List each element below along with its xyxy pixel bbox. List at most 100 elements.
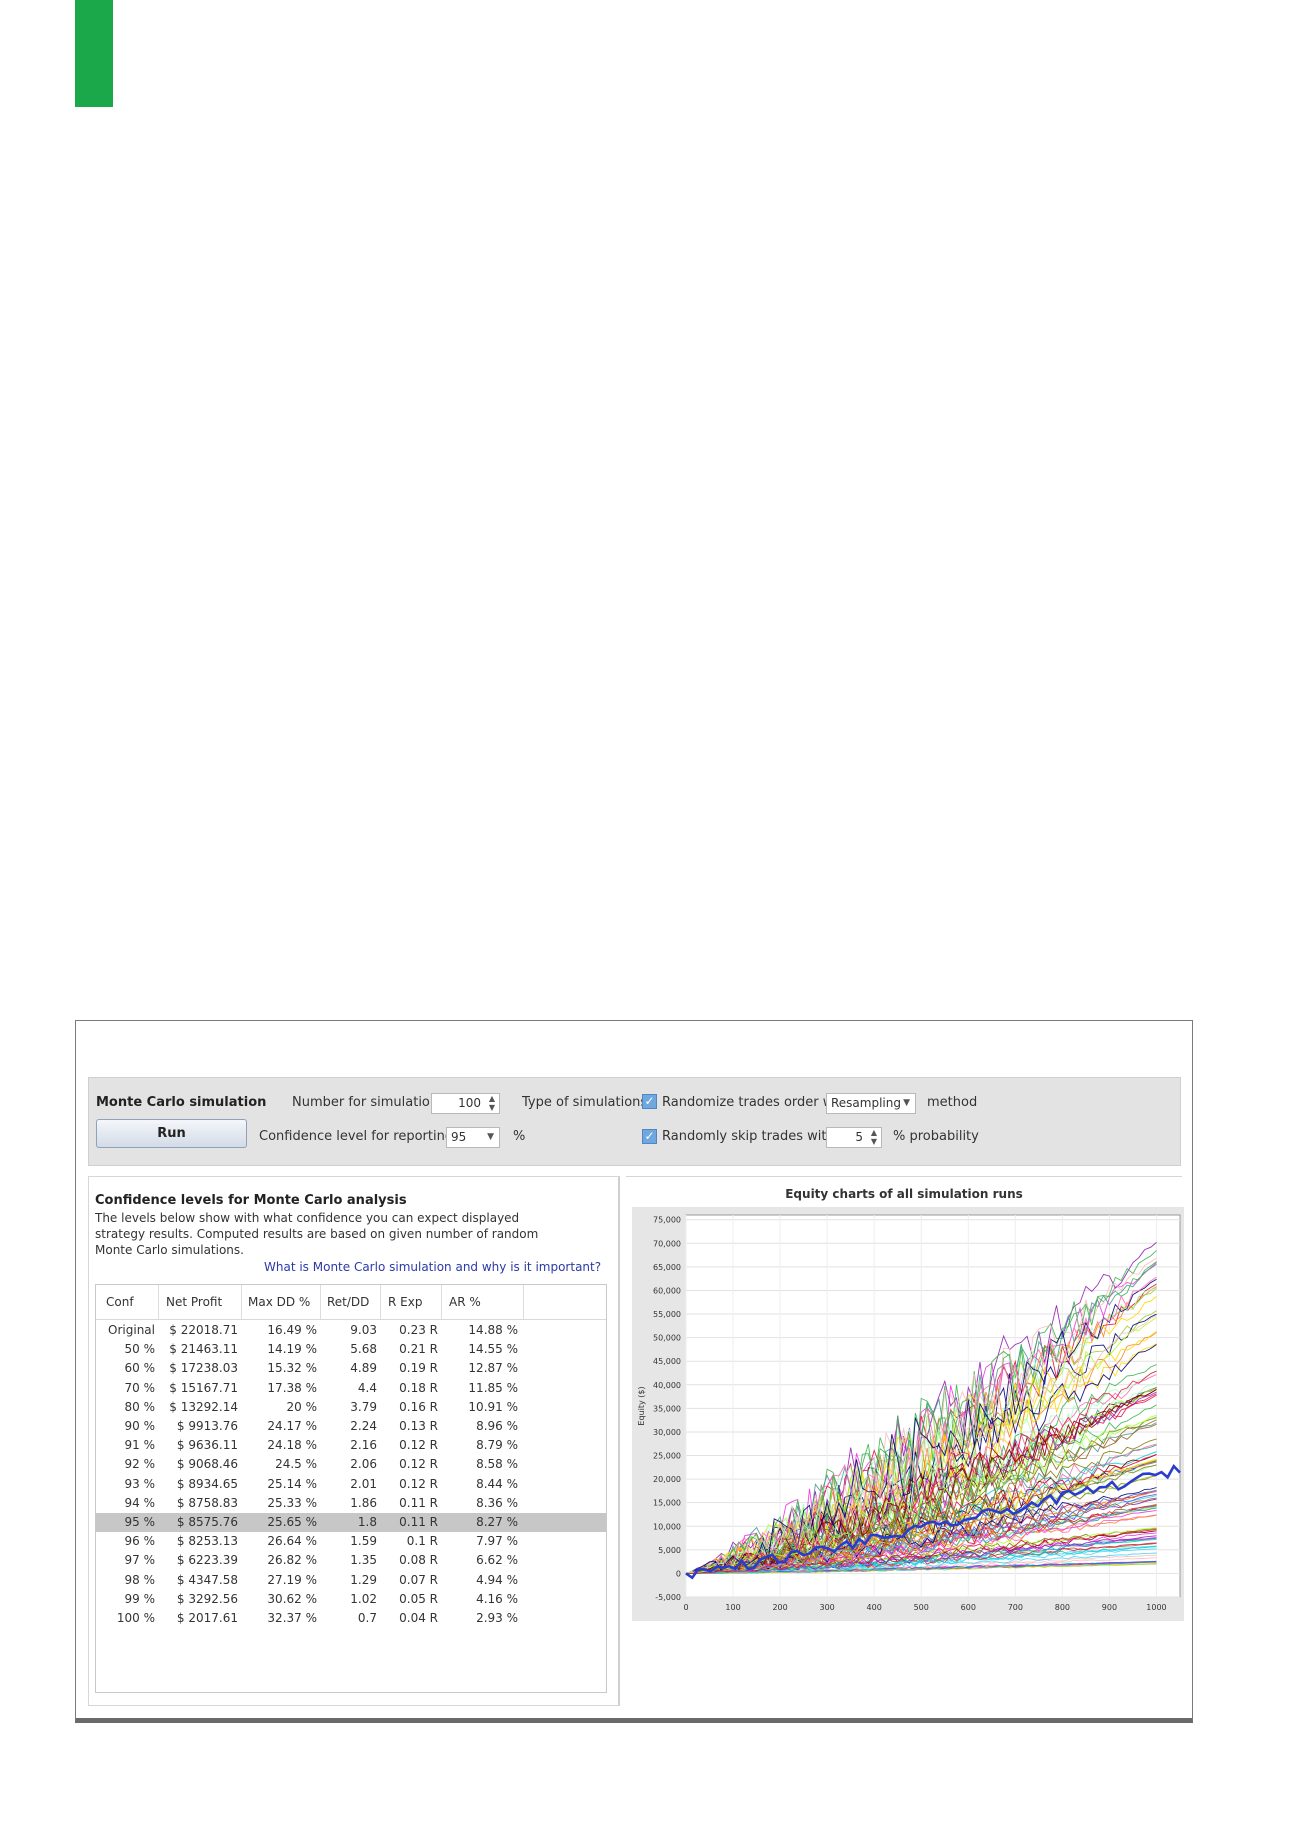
y-tick-label: 30,000 xyxy=(653,1428,681,1437)
y-tick-label: 35,000 xyxy=(653,1404,681,1413)
table-cell: 0.12 R xyxy=(399,1438,438,1453)
table-cell: 1.86 xyxy=(350,1495,377,1510)
randomize-checkbox[interactable]: ✓ xyxy=(642,1094,657,1109)
table-cell: 0.04 R xyxy=(399,1611,438,1625)
monte-carlo-window: Monte Carlo simulation Run Number for si… xyxy=(75,1020,1193,1723)
column-separator[interactable] xyxy=(241,1285,242,1319)
table-cell: 98 % xyxy=(124,1572,156,1587)
table-cell: 14.55 % xyxy=(468,1342,518,1357)
table-cell: 25.33 % xyxy=(267,1495,317,1510)
table-cell: 24.17 % xyxy=(267,1419,317,1433)
y-tick-label: 65,000 xyxy=(653,1263,681,1272)
table-cell: 2.16 xyxy=(350,1438,377,1453)
table-cell: 93 % xyxy=(124,1476,156,1491)
table-cell: 8.27 % xyxy=(476,1515,518,1529)
table-row[interactable]: 99 % $ 3292.56 30.62 % 1.02 0.05 R 4.16 % xyxy=(96,1590,606,1609)
table-row[interactable]: 94 % $ 8758.83 25.33 % 1.86 0.11 R 8.36 % xyxy=(96,1494,606,1513)
y-tick-label: -5,000 xyxy=(655,1593,681,1602)
table-cell: 5.68 xyxy=(350,1342,377,1357)
table-cell: $ 13292.14 xyxy=(169,1399,238,1414)
y-tick-label: 45,000 xyxy=(653,1357,681,1366)
table-cell: $ 2017.61 xyxy=(176,1611,238,1625)
table-cell: 17.38 % xyxy=(267,1380,317,1395)
skip-probability-stepper[interactable]: 5 ▲ ▼ xyxy=(826,1127,882,1148)
stepper-arrows-icon[interactable]: ▲ ▼ xyxy=(871,1128,877,1146)
table-cell: 94 % xyxy=(124,1495,156,1510)
run-button[interactable]: Run xyxy=(96,1119,247,1148)
confidence-title: Confidence levels for Monte Carlo analys… xyxy=(95,1193,407,1208)
table-cell: 100 % xyxy=(116,1611,155,1625)
table-cell: 8.96 % xyxy=(476,1419,518,1433)
skip-trades-label: Randomly skip trades with xyxy=(662,1129,835,1144)
table-cell: 0.12 R xyxy=(399,1476,438,1491)
method-select[interactable]: Resampling ▼ xyxy=(826,1093,916,1114)
stepper-arrows-icon[interactable]: ▲ ▼ xyxy=(489,1094,495,1112)
table-cell: 60 % xyxy=(124,1361,156,1376)
table-cell: $ 21463.11 xyxy=(169,1342,238,1357)
table-cell: $ 8253.13 xyxy=(176,1534,238,1549)
column-header[interactable]: Net Profit xyxy=(166,1295,222,1309)
num-sims-stepper[interactable]: 100 ▲ ▼ xyxy=(431,1093,500,1114)
table-cell: 11.85 % xyxy=(468,1380,518,1395)
y-tick-label: 15,000 xyxy=(653,1499,681,1508)
x-tick-label: 200 xyxy=(772,1603,787,1612)
column-separator[interactable] xyxy=(441,1285,442,1319)
table-row[interactable]: 92 % $ 9068.46 24.5 % 2.06 0.12 R 8.58 % xyxy=(96,1455,606,1474)
table-cell: 4.4 xyxy=(357,1380,377,1395)
table-cell: 0.18 R xyxy=(399,1380,438,1395)
column-separator[interactable] xyxy=(523,1285,524,1319)
column-header[interactable]: Ret/DD xyxy=(327,1295,369,1309)
method-value: Resampling xyxy=(831,1096,901,1110)
table-row[interactable]: 90 % $ 9913.76 24.17 % 2.24 0.13 R 8.96 % xyxy=(96,1417,606,1436)
column-header[interactable]: Max DD % xyxy=(248,1295,310,1309)
table-row[interactable]: 100 % $ 2017.61 32.37 % 0.7 0.04 R 2.93 % xyxy=(96,1609,606,1628)
table-cell: 2.24 xyxy=(350,1419,377,1433)
x-tick-label: 700 xyxy=(1008,1603,1023,1612)
table-cell: 15.32 % xyxy=(267,1361,317,1376)
table-cell: 25.14 % xyxy=(267,1476,317,1491)
table-row[interactable]: Original $ 22018.71 16.49 % 9.03 0.23 R 14.88… xyxy=(96,1321,606,1340)
table-row[interactable]: 80 % $ 13292.14 20 % 3.79 0.16 R 10.91 % xyxy=(96,1398,606,1417)
randomize-label: Randomize trades order with xyxy=(662,1095,851,1110)
table-row[interactable]: 70 % $ 15167.71 17.38 % 4.4 0.18 R 11.85 % xyxy=(96,1379,606,1398)
skip-trades-checkbox[interactable]: ✓ xyxy=(642,1129,657,1144)
table-row[interactable]: 95 % $ 8575.76 25.65 % 1.8 0.11 R 8.27 % xyxy=(96,1513,606,1532)
table-cell: 0.23 R xyxy=(399,1323,438,1337)
skip-probability-value: 5 xyxy=(855,1130,863,1144)
column-separator[interactable] xyxy=(158,1285,159,1319)
column-header[interactable]: R Exp xyxy=(388,1295,422,1309)
monte-carlo-help-link[interactable]: What is Monte Carlo simulation and why i… xyxy=(264,1260,601,1274)
table-cell: 0.16 R xyxy=(399,1399,438,1414)
table-cell: 8.58 % xyxy=(476,1457,518,1472)
x-tick-label: 300 xyxy=(820,1603,835,1612)
x-tick-label: 600 xyxy=(961,1603,976,1612)
column-header[interactable]: AR % xyxy=(449,1295,481,1309)
column-header[interactable]: Conf xyxy=(106,1295,134,1309)
table-row[interactable]: 97 % $ 6223.39 26.82 % 1.35 0.08 R 6.62 % xyxy=(96,1551,606,1570)
table-cell: 8.36 % xyxy=(476,1495,518,1510)
table-cell: 92 % xyxy=(124,1457,156,1472)
table-cell: 6.62 % xyxy=(476,1553,518,1568)
table-cell: 99 % xyxy=(124,1591,156,1606)
conf-level-select[interactable]: 95 ▼ xyxy=(446,1127,500,1148)
table-row[interactable]: 93 % $ 8934.65 25.14 % 2.01 0.12 R 8.44 % xyxy=(96,1475,606,1494)
chart-area: -5,000 0 5,000 10,000 15,000 20,000 25,000 30,0… xyxy=(632,1207,1184,1621)
table-cell: 0.08 R xyxy=(399,1553,438,1568)
table-cell: $ 15167.71 xyxy=(169,1380,238,1395)
y-tick-label: 40,000 xyxy=(653,1381,681,1390)
x-tick-label: 800 xyxy=(1055,1603,1070,1612)
table-cell: 4.89 xyxy=(350,1361,377,1376)
column-separator[interactable] xyxy=(380,1285,381,1319)
table-cell: 3.79 xyxy=(350,1399,377,1414)
table-cell: 1.29 xyxy=(350,1572,377,1587)
table-row[interactable]: 60 % $ 17238.03 15.32 % 4.89 0.19 R 12.87 % xyxy=(96,1359,606,1378)
table-row[interactable]: 50 % $ 21463.11 14.19 % 5.68 0.21 R 14.55 % xyxy=(96,1340,606,1359)
table-cell: $ 8758.83 xyxy=(176,1495,238,1510)
column-separator[interactable] xyxy=(320,1285,321,1319)
table-row[interactable]: 98 % $ 4347.58 27.19 % 1.29 0.07 R 4.94 % xyxy=(96,1571,606,1590)
table-row[interactable]: 91 % $ 9636.11 24.18 % 2.16 0.12 R 8.79 % xyxy=(96,1436,606,1455)
table-row[interactable]: 96 % $ 8253.13 26.64 % 1.59 0.1 R 7.97 % xyxy=(96,1532,606,1551)
table-cell: $ 4347.58 xyxy=(176,1572,238,1587)
y-tick-label: 5,000 xyxy=(658,1546,681,1555)
table-cell: 12.87 % xyxy=(468,1361,518,1376)
